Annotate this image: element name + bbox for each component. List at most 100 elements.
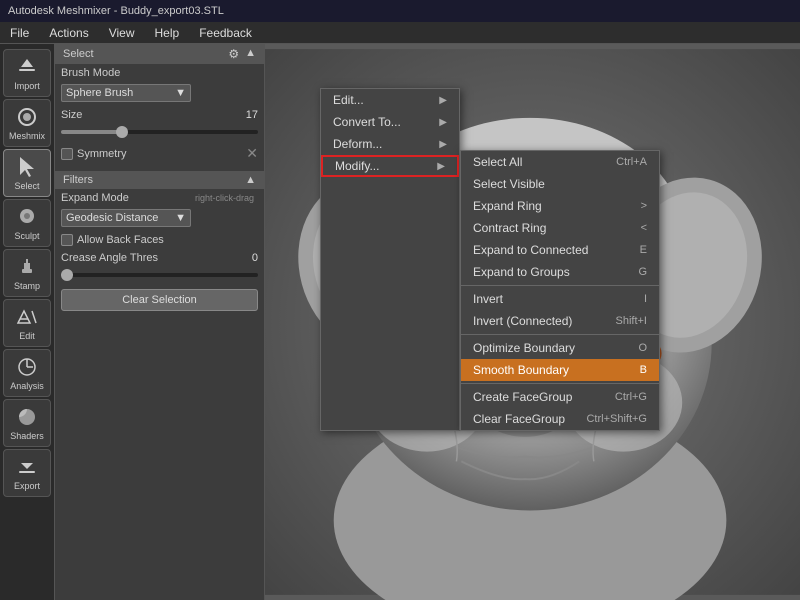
edit-label: Edit bbox=[19, 331, 35, 341]
export-label: Export bbox=[14, 481, 40, 491]
crease-angle-row: Crease Angle Thres 0 bbox=[55, 249, 264, 267]
edit-submenu-arrow-icon: ▶ bbox=[439, 95, 447, 106]
crease-slider-track[interactable] bbox=[61, 273, 258, 277]
brush-mode-row: Brush Mode bbox=[55, 64, 264, 82]
meshmix-button[interactable]: Meshmix bbox=[3, 99, 51, 147]
clear-facegroup-label: Clear FaceGroup bbox=[473, 412, 565, 426]
size-row: Size 17 bbox=[55, 106, 264, 124]
select-button[interactable]: Select bbox=[3, 149, 51, 197]
filters-section-header: Filters ▲ bbox=[55, 171, 264, 189]
expand-ring-shortcut: > bbox=[641, 200, 647, 212]
convert-menu-label: Convert To... bbox=[333, 115, 401, 129]
invert-label: Invert bbox=[473, 292, 503, 306]
title-text: Autodesk Meshmixer - Buddy_export03.STL bbox=[8, 5, 224, 17]
expand-ring-label: Expand Ring bbox=[473, 199, 542, 213]
select-submenu: Select All Ctrl+A Select Visible Expand … bbox=[460, 150, 660, 431]
menu-actions[interactable]: Actions bbox=[39, 22, 98, 44]
select-visible-item[interactable]: Select Visible bbox=[461, 173, 659, 195]
select-all-item[interactable]: Select All Ctrl+A bbox=[461, 151, 659, 173]
shaders-button[interactable]: Shaders bbox=[3, 399, 51, 447]
stamp-button[interactable]: Stamp bbox=[3, 249, 51, 297]
title-bar: Autodesk Meshmixer - Buddy_export03.STL bbox=[0, 0, 800, 22]
menu-view[interactable]: View bbox=[99, 22, 145, 44]
contract-ring-label: Contract Ring bbox=[473, 221, 546, 235]
smooth-boundary-item[interactable]: Smooth Boundary B bbox=[461, 359, 659, 381]
expand-mode-dropdown[interactable]: Geodesic Distance ▼ bbox=[61, 209, 191, 227]
menu-feedback[interactable]: Feedback bbox=[189, 22, 262, 44]
create-facegroup-shortcut: Ctrl+G bbox=[615, 391, 647, 403]
select-visible-label: Select Visible bbox=[473, 177, 545, 191]
optimize-boundary-item[interactable]: Optimize Boundary O bbox=[461, 337, 659, 359]
back-faces-checkbox[interactable] bbox=[61, 234, 73, 246]
crease-slider-thumb[interactable] bbox=[61, 269, 73, 281]
separator-2 bbox=[461, 334, 659, 335]
separator-1 bbox=[461, 285, 659, 286]
size-value: 17 bbox=[246, 109, 258, 121]
filters-header-label: Filters bbox=[63, 174, 93, 186]
size-slider-track[interactable] bbox=[61, 130, 258, 134]
sculpt-button[interactable]: Sculpt bbox=[3, 199, 51, 247]
size-label: Size bbox=[61, 109, 242, 121]
edit-menu-item[interactable]: Edit... ▶ bbox=[321, 89, 459, 111]
main-area: Import Meshmix Select Sculpt bbox=[0, 44, 800, 600]
convert-menu-item[interactable]: Convert To... ▶ bbox=[321, 111, 459, 133]
select-label: Select bbox=[14, 181, 39, 191]
viewport[interactable]: Edit... ▶ Convert To... ▶ Deform... ▶ Mo… bbox=[265, 44, 800, 600]
symmetry-settings-icon[interactable]: ✕ bbox=[246, 145, 258, 162]
size-slider-fill bbox=[61, 130, 120, 134]
symmetry-label: Symmetry bbox=[77, 148, 127, 160]
crease-angle-label: Crease Angle Thres bbox=[61, 252, 248, 264]
menu-help[interactable]: Help bbox=[145, 22, 190, 44]
meshmix-label: Meshmix bbox=[9, 131, 45, 141]
expand-ring-item[interactable]: Expand Ring > bbox=[461, 195, 659, 217]
brush-mode-dropdown[interactable]: Sphere Brush ▼ bbox=[61, 84, 191, 102]
expand-groups-shortcut: G bbox=[638, 266, 647, 278]
back-faces-label: Allow Back Faces bbox=[77, 234, 164, 246]
edit-menu-label: Edit... bbox=[333, 93, 364, 107]
clear-selection-button[interactable]: Clear Selection bbox=[61, 289, 258, 311]
deform-menu-label: Deform... bbox=[333, 137, 382, 151]
export-button[interactable]: Export bbox=[3, 449, 51, 497]
brush-mode-label: Brush Mode bbox=[61, 67, 258, 79]
convert-submenu-arrow-icon: ▶ bbox=[439, 117, 447, 128]
panels-overlay: Edit... ▶ Convert To... ▶ Deform... ▶ Mo… bbox=[320, 88, 660, 431]
filters-collapse-icon[interactable]: ▲ bbox=[245, 174, 256, 186]
select-all-label: Select All bbox=[473, 155, 522, 169]
shaders-label: Shaders bbox=[10, 431, 44, 441]
select-collapse-icon[interactable]: ▲ bbox=[245, 47, 256, 61]
expand-mode-value: Geodesic Distance bbox=[66, 212, 158, 224]
modify-submenu-arrow-icon: ▶ bbox=[437, 161, 445, 172]
modify-menu-item[interactable]: Modify... ▶ bbox=[321, 155, 459, 177]
contract-ring-shortcut: < bbox=[641, 222, 647, 234]
brush-mode-arrow-icon: ▼ bbox=[175, 87, 186, 99]
import-button[interactable]: Import bbox=[3, 49, 51, 97]
deform-menu-item[interactable]: Deform... ▶ bbox=[321, 133, 459, 155]
expand-connected-item[interactable]: Expand to Connected E bbox=[461, 239, 659, 261]
expand-groups-item[interactable]: Expand to Groups G bbox=[461, 261, 659, 283]
select-section-header: Select ⚙ ▲ bbox=[55, 44, 264, 64]
invert-item[interactable]: Invert I bbox=[461, 288, 659, 310]
size-slider-thumb[interactable] bbox=[116, 126, 128, 138]
smooth-boundary-label: Smooth Boundary bbox=[473, 363, 569, 377]
contract-ring-item[interactable]: Contract Ring < bbox=[461, 217, 659, 239]
crease-slider-container bbox=[55, 267, 264, 285]
clear-facegroup-item[interactable]: Clear FaceGroup Ctrl+Shift+G bbox=[461, 408, 659, 430]
expand-mode-label: Expand Mode bbox=[61, 192, 191, 204]
modify-menu-label: Modify... bbox=[335, 159, 379, 173]
modify-context-menu: Edit... ▶ Convert To... ▶ Deform... ▶ Mo… bbox=[320, 88, 460, 431]
symmetry-checkbox[interactable] bbox=[61, 148, 73, 160]
expand-groups-label: Expand to Groups bbox=[473, 265, 570, 279]
smooth-boundary-shortcut: B bbox=[640, 364, 647, 376]
menu-file[interactable]: File bbox=[0, 22, 39, 44]
analysis-label: Analysis bbox=[10, 381, 44, 391]
invert-connected-item[interactable]: Invert (Connected) Shift+I bbox=[461, 310, 659, 332]
edit-button[interactable]: Edit bbox=[3, 299, 51, 347]
optimize-boundary-label: Optimize Boundary bbox=[473, 341, 575, 355]
clear-facegroup-shortcut: Ctrl+Shift+G bbox=[586, 413, 647, 425]
create-facegroup-item[interactable]: Create FaceGroup Ctrl+G bbox=[461, 386, 659, 408]
brush-mode-value: Sphere Brush bbox=[66, 87, 133, 99]
separator-3 bbox=[461, 383, 659, 384]
analysis-button[interactable]: Analysis bbox=[3, 349, 51, 397]
select-settings-icon[interactable]: ⚙ bbox=[228, 47, 239, 61]
expand-mode-arrow-icon: ▼ bbox=[175, 212, 186, 224]
